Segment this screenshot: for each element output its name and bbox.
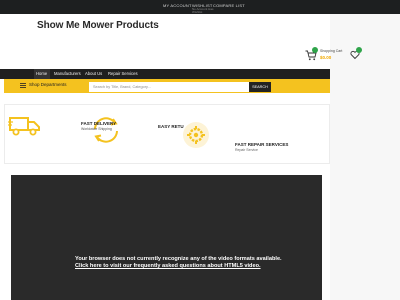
nav-home[interactable]: Home — [34, 69, 50, 79]
wishlist-count-badge — [356, 47, 362, 53]
features-strip — [4, 104, 330, 164]
feature-fast-delivery-subtitle: Worldwide Shipping — [81, 127, 112, 131]
my-account-link[interactable]: MY ACCOUNT — [163, 3, 192, 8]
video-unsupported-message: Your browser does not currently recogniz… — [75, 256, 282, 262]
nav-repair-services[interactable]: Repair Services — [106, 69, 140, 79]
right-pane — [330, 14, 400, 300]
cart-total[interactable]: $0.00 — [320, 55, 331, 60]
feature-easy-return-title: EASY RETU — [158, 124, 184, 129]
search-button[interactable]: SEARCH — [249, 81, 271, 92]
site-title[interactable]: Show Me Mower Products — [37, 20, 159, 31]
truck-icon — [8, 117, 40, 136]
cart-label[interactable]: Shopping Cart — [320, 49, 342, 53]
gear-icon — [183, 122, 209, 148]
cart-count-badge — [312, 47, 318, 53]
search-input[interactable] — [89, 81, 249, 92]
menu-icon[interactable] — [20, 83, 26, 88]
feature-fast-repair-title: FAST REPAIR SERVICES — [235, 142, 289, 147]
shop-departments-button[interactable]: Shop Departments — [29, 82, 67, 87]
nav-about-us[interactable]: About Us — [83, 69, 104, 79]
video-player[interactable] — [11, 175, 322, 300]
feature-fast-repair-subtitle: Repair Service — [235, 148, 258, 152]
nav-manufacturers[interactable]: Manufacturers — [52, 69, 83, 79]
video-faq-link[interactable]: Click here to visit our frequently asked… — [75, 263, 261, 269]
feature-fast-delivery-title: FAST DELIVERY — [81, 121, 117, 126]
